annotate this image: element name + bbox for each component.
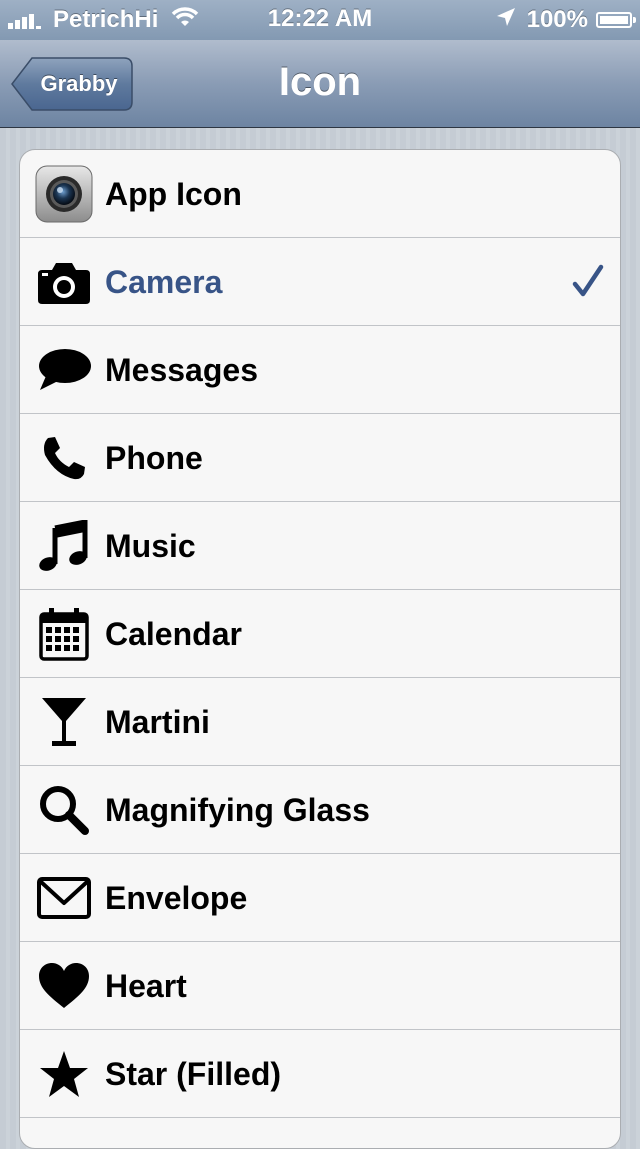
list-item-label: Phone — [105, 440, 203, 476]
page-title: Icon — [278, 60, 362, 104]
location-arrow-icon — [495, 6, 517, 35]
calendar-icon — [34, 604, 94, 664]
heart-icon — [34, 956, 94, 1016]
checkmark-icon — [572, 264, 604, 300]
list-item-label: Heart — [105, 968, 187, 1004]
list-item-camera[interactable]: Camera — [20, 238, 620, 326]
phone-icon — [34, 428, 94, 488]
list-item-label: Star (Filled) — [105, 1056, 282, 1092]
list-item-partial[interactable] — [20, 1118, 620, 1148]
list-item-label: Camera — [105, 264, 223, 300]
list-item-magnifying-glass[interactable]: Magnifying Glass — [20, 766, 620, 854]
battery-percent: 100% — [526, 6, 588, 33]
list-item-phone[interactable]: Phone — [20, 414, 620, 502]
list-item-app-icon[interactable]: App Icon — [20, 150, 620, 238]
music-note-icon — [34, 516, 94, 576]
list-item-label: App Icon — [105, 176, 242, 212]
navigation-bar: Grabby Icon — [0, 40, 640, 128]
list-item-label: Magnifying Glass — [105, 792, 370, 828]
app-camera-icon — [34, 164, 94, 224]
magnifying-glass-icon — [34, 780, 94, 840]
camera-icon — [34, 252, 94, 312]
envelope-icon — [34, 868, 94, 928]
list-item-label: Messages — [105, 352, 258, 388]
icon-list: App Icon Camera Messages Phone Music Cal… — [19, 149, 621, 1149]
list-item-messages[interactable]: Messages — [20, 326, 620, 414]
list-item-martini[interactable]: Martini — [20, 678, 620, 766]
speech-bubble-icon — [34, 340, 94, 400]
list-item-label: Envelope — [105, 880, 248, 916]
list-item-label: Music — [105, 528, 196, 564]
list-item-envelope[interactable]: Envelope — [20, 854, 620, 942]
battery-icon — [596, 12, 636, 28]
list-item-star-filled[interactable]: Star (Filled) — [20, 1030, 620, 1118]
list-item-label: Calendar — [105, 616, 242, 652]
list-item-music[interactable]: Music — [20, 502, 620, 590]
list-item-calendar[interactable]: Calendar — [20, 590, 620, 678]
status-right: 100% — [495, 6, 636, 35]
star-icon — [34, 1044, 94, 1104]
martini-glass-icon — [34, 692, 94, 752]
list-item-heart[interactable]: Heart — [20, 942, 620, 1030]
list-item-label: Martini — [105, 704, 210, 740]
status-bar: PetrichHi 12:22 AM 100% — [0, 0, 640, 40]
